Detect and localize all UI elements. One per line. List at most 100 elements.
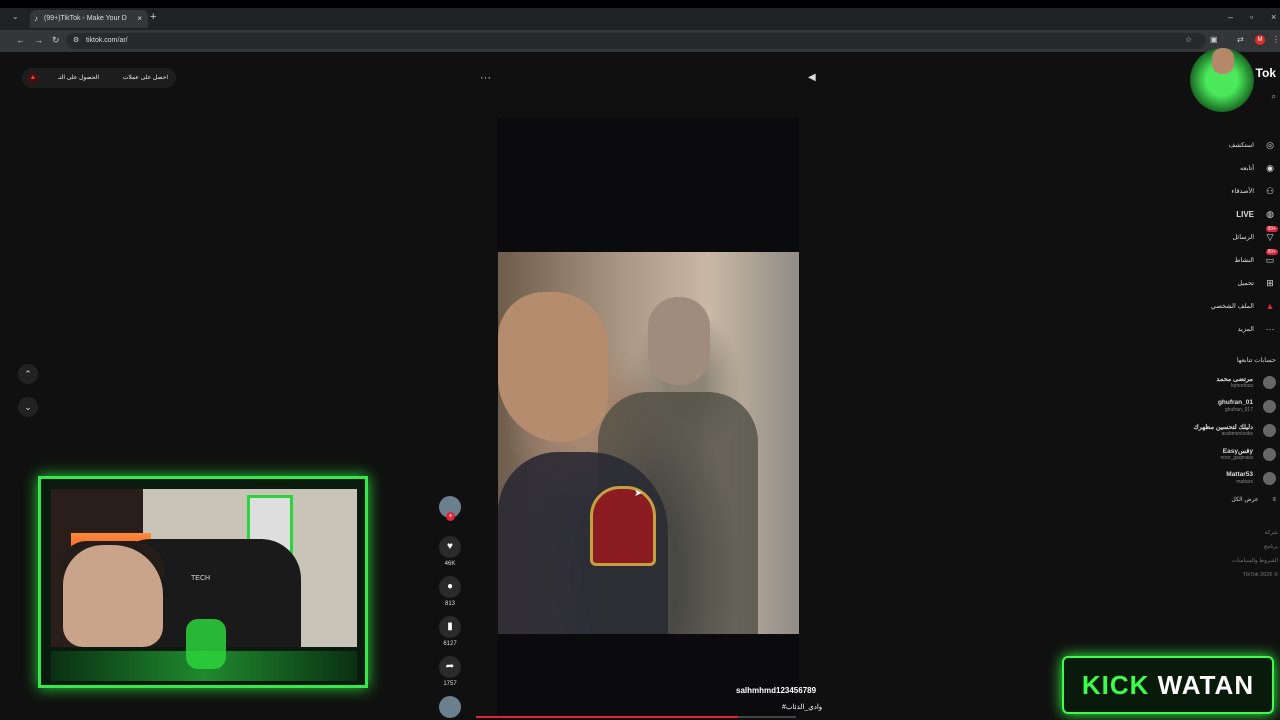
nav-label: استكشف (1228, 142, 1254, 149)
footer-copyright: TikTok 2026 © (1242, 572, 1278, 578)
account-avatar (1263, 448, 1276, 461)
chair-brand: TECH (191, 575, 211, 582)
next-video-chevron-down-icon[interactable]: ⌄ (18, 397, 38, 417)
browser-tab[interactable]: ♪ (99+)TikTok - Make Your D × (30, 10, 148, 28)
tab-close-icon[interactable]: × (137, 14, 142, 23)
compass-icon: ◎ (1266, 140, 1274, 150)
comment-count: 813 (444, 601, 455, 607)
nav-upload[interactable]: تحميل ⊞ (1170, 276, 1280, 292)
video-hashtag[interactable]: #وادي_الذئاب (782, 703, 822, 711)
url-text: tiktok.com/ar/ (86, 37, 128, 44)
share-count: 1757 (443, 681, 457, 687)
video-author[interactable]: salhmhmd123456789 (736, 686, 816, 695)
account-handle: mattarx (1236, 479, 1253, 485)
account-handle: noor_gaqmara (1220, 455, 1253, 461)
webcam-overlay: TECH (38, 476, 368, 688)
nav-label: تحميل (1237, 280, 1254, 287)
account-item[interactable]: دليلك لتحسين مظهرك arabmenlooks (1170, 421, 1280, 443)
new-tab-icon[interactable]: + (150, 11, 156, 23)
author-avatar[interactable]: + (439, 496, 461, 521)
address-bar[interactable]: ⚙ tiktok.com/ar/ (66, 33, 1206, 49)
nav-profile[interactable]: الملف الشخصي ▲ (1170, 299, 1280, 315)
minimize-icon[interactable]: – (1228, 12, 1233, 22)
account-handle: lqmortoza (1231, 383, 1253, 389)
messages-badge: 99+ (1265, 226, 1278, 232)
volume-icon[interactable]: ◀ (808, 72, 816, 83)
friends-icon: ⚇ (1265, 186, 1275, 196)
previous-video-chevron-up-icon[interactable]: ⌃ (18, 364, 38, 384)
site-info-icon[interactable]: ⚙ (73, 36, 79, 44)
video-actions: + ♥ 46K ● 813 ▮ 6127 ➦ 1757 (437, 496, 463, 718)
extensions-icon[interactable]: ▣ (1210, 35, 1218, 44)
nav-label: المزيد (1237, 326, 1254, 333)
account-avatar (1263, 400, 1276, 413)
nav-label: الرسائل (1232, 234, 1254, 241)
reload-icon[interactable]: ↻ (52, 35, 60, 46)
top-buttons: ▲ الحصول على التـ احصل على عملات (22, 68, 176, 88)
account-item[interactable]: ghufran_01 ghufran_017 (1170, 397, 1280, 419)
account-avatar (1263, 424, 1276, 437)
nav-messages[interactable]: الرسائل ▽ 99+ (1170, 226, 1280, 246)
forward-icon[interactable]: → (34, 35, 43, 45)
maximize-icon[interactable]: ▫ (1250, 12, 1253, 22)
close-window-icon[interactable]: × (1271, 12, 1276, 22)
messages-icon: ▽ (1266, 232, 1274, 242)
live-icon: ◍ (1266, 209, 1274, 219)
account-item[interactable]: Easyقسy noor_gaqmara (1170, 445, 1280, 467)
account-item[interactable]: Mattar53 mattarx (1170, 469, 1280, 491)
streamer-face (63, 545, 163, 647)
nav-label: النشاط (1234, 257, 1254, 264)
browser-toolbar: ← → ↻ ⚙ tiktok.com/ar/ ☆ ▣ ⇄ M ⋮ (0, 30, 1280, 52)
nav-live[interactable]: LIVE ◍ (1170, 207, 1280, 223)
nav-friends[interactable]: الأصدقاء ⚇ (1170, 184, 1280, 200)
see-all-label: عرض الكل (1231, 497, 1259, 503)
menu-kebab-icon[interactable]: ⋮ (1272, 35, 1280, 44)
cast-icon[interactable]: ⇄ (1237, 35, 1244, 44)
browser-tabstrip: ⌄ ♪ (99+)TikTok - Make Your D × + – ▫ × (0, 8, 1280, 30)
get-app-button[interactable]: الحصول على التـ (58, 74, 99, 81)
search-icon[interactable]: ⌕ (1272, 92, 1276, 102)
account-name: Mattar53 (1226, 471, 1253, 478)
kick-word: KICK (1081, 670, 1150, 700)
account-name: مرتضى محمد (1216, 376, 1253, 383)
bookmark-star-icon[interactable]: ☆ (1185, 35, 1192, 44)
account-name: ghufran_01 (1217, 399, 1253, 406)
nav-label: الملف الشخصي (1210, 303, 1254, 310)
nav-activity[interactable]: النشاط ▭ 99+ (1170, 249, 1280, 269)
footer-company-link[interactable]: شركة (1265, 530, 1278, 536)
follow-plus-icon[interactable]: + (446, 512, 455, 521)
like-heart-icon[interactable]: ♥ (439, 536, 461, 558)
nav-label: LIVE (1236, 210, 1254, 219)
upload-icon: ⊞ (1266, 278, 1274, 288)
share-arrow-icon[interactable]: ➦ (439, 656, 461, 678)
nav-more[interactable]: المزيد ··· (1170, 322, 1280, 338)
save-count: 6127 (443, 641, 457, 647)
tab-search-icon[interactable]: ⌄ (12, 12, 19, 21)
nav-label: الأصدقاء (1231, 188, 1254, 195)
account-name: دليلك لتحسين مظهرك (1193, 424, 1253, 431)
bookmark-icon[interactable]: ▮ (439, 616, 461, 638)
tiktok-logo[interactable]: Tok (1256, 66, 1276, 80)
profile-avatar[interactable]: M (1255, 35, 1265, 45)
more-icon: ··· (1265, 324, 1275, 334)
account-item[interactable]: مرتضى محمد lqmortoza (1170, 373, 1280, 395)
account-avatar (1263, 472, 1276, 485)
following-accounts-title: حسابات تتابعها (1236, 357, 1276, 364)
nav-label: أتابعه (1239, 165, 1254, 172)
webcam-mascot (186, 619, 226, 669)
comment-icon[interactable]: ● (439, 576, 461, 598)
nav-explore[interactable]: استكشف ◎ (1170, 138, 1280, 154)
red-chair (590, 486, 656, 566)
sound-avatar[interactable] (439, 696, 461, 718)
nav-following[interactable]: أتابعه ◉ (1170, 161, 1280, 177)
footer-program-link[interactable]: برنامج (1264, 544, 1278, 550)
video-player[interactable]: ➤ (498, 118, 799, 718)
see-all-link[interactable]: عرض الكل ≡ (1231, 496, 1276, 503)
alert-icon[interactable]: ▲ (27, 72, 39, 84)
footer-terms-link[interactable]: الشروط والسياسات (1232, 558, 1278, 564)
right-sidebar: Tok ⌕ استكشف ◎ أتابعه ◉ الأصدقاء ⚇ LIVE … (1170, 52, 1280, 720)
more-options-icon[interactable]: ··· (480, 72, 491, 84)
video-progress-bar[interactable] (476, 716, 796, 718)
get-coins-button[interactable]: احصل على عملات (123, 74, 168, 81)
back-icon[interactable]: ← (16, 35, 25, 45)
